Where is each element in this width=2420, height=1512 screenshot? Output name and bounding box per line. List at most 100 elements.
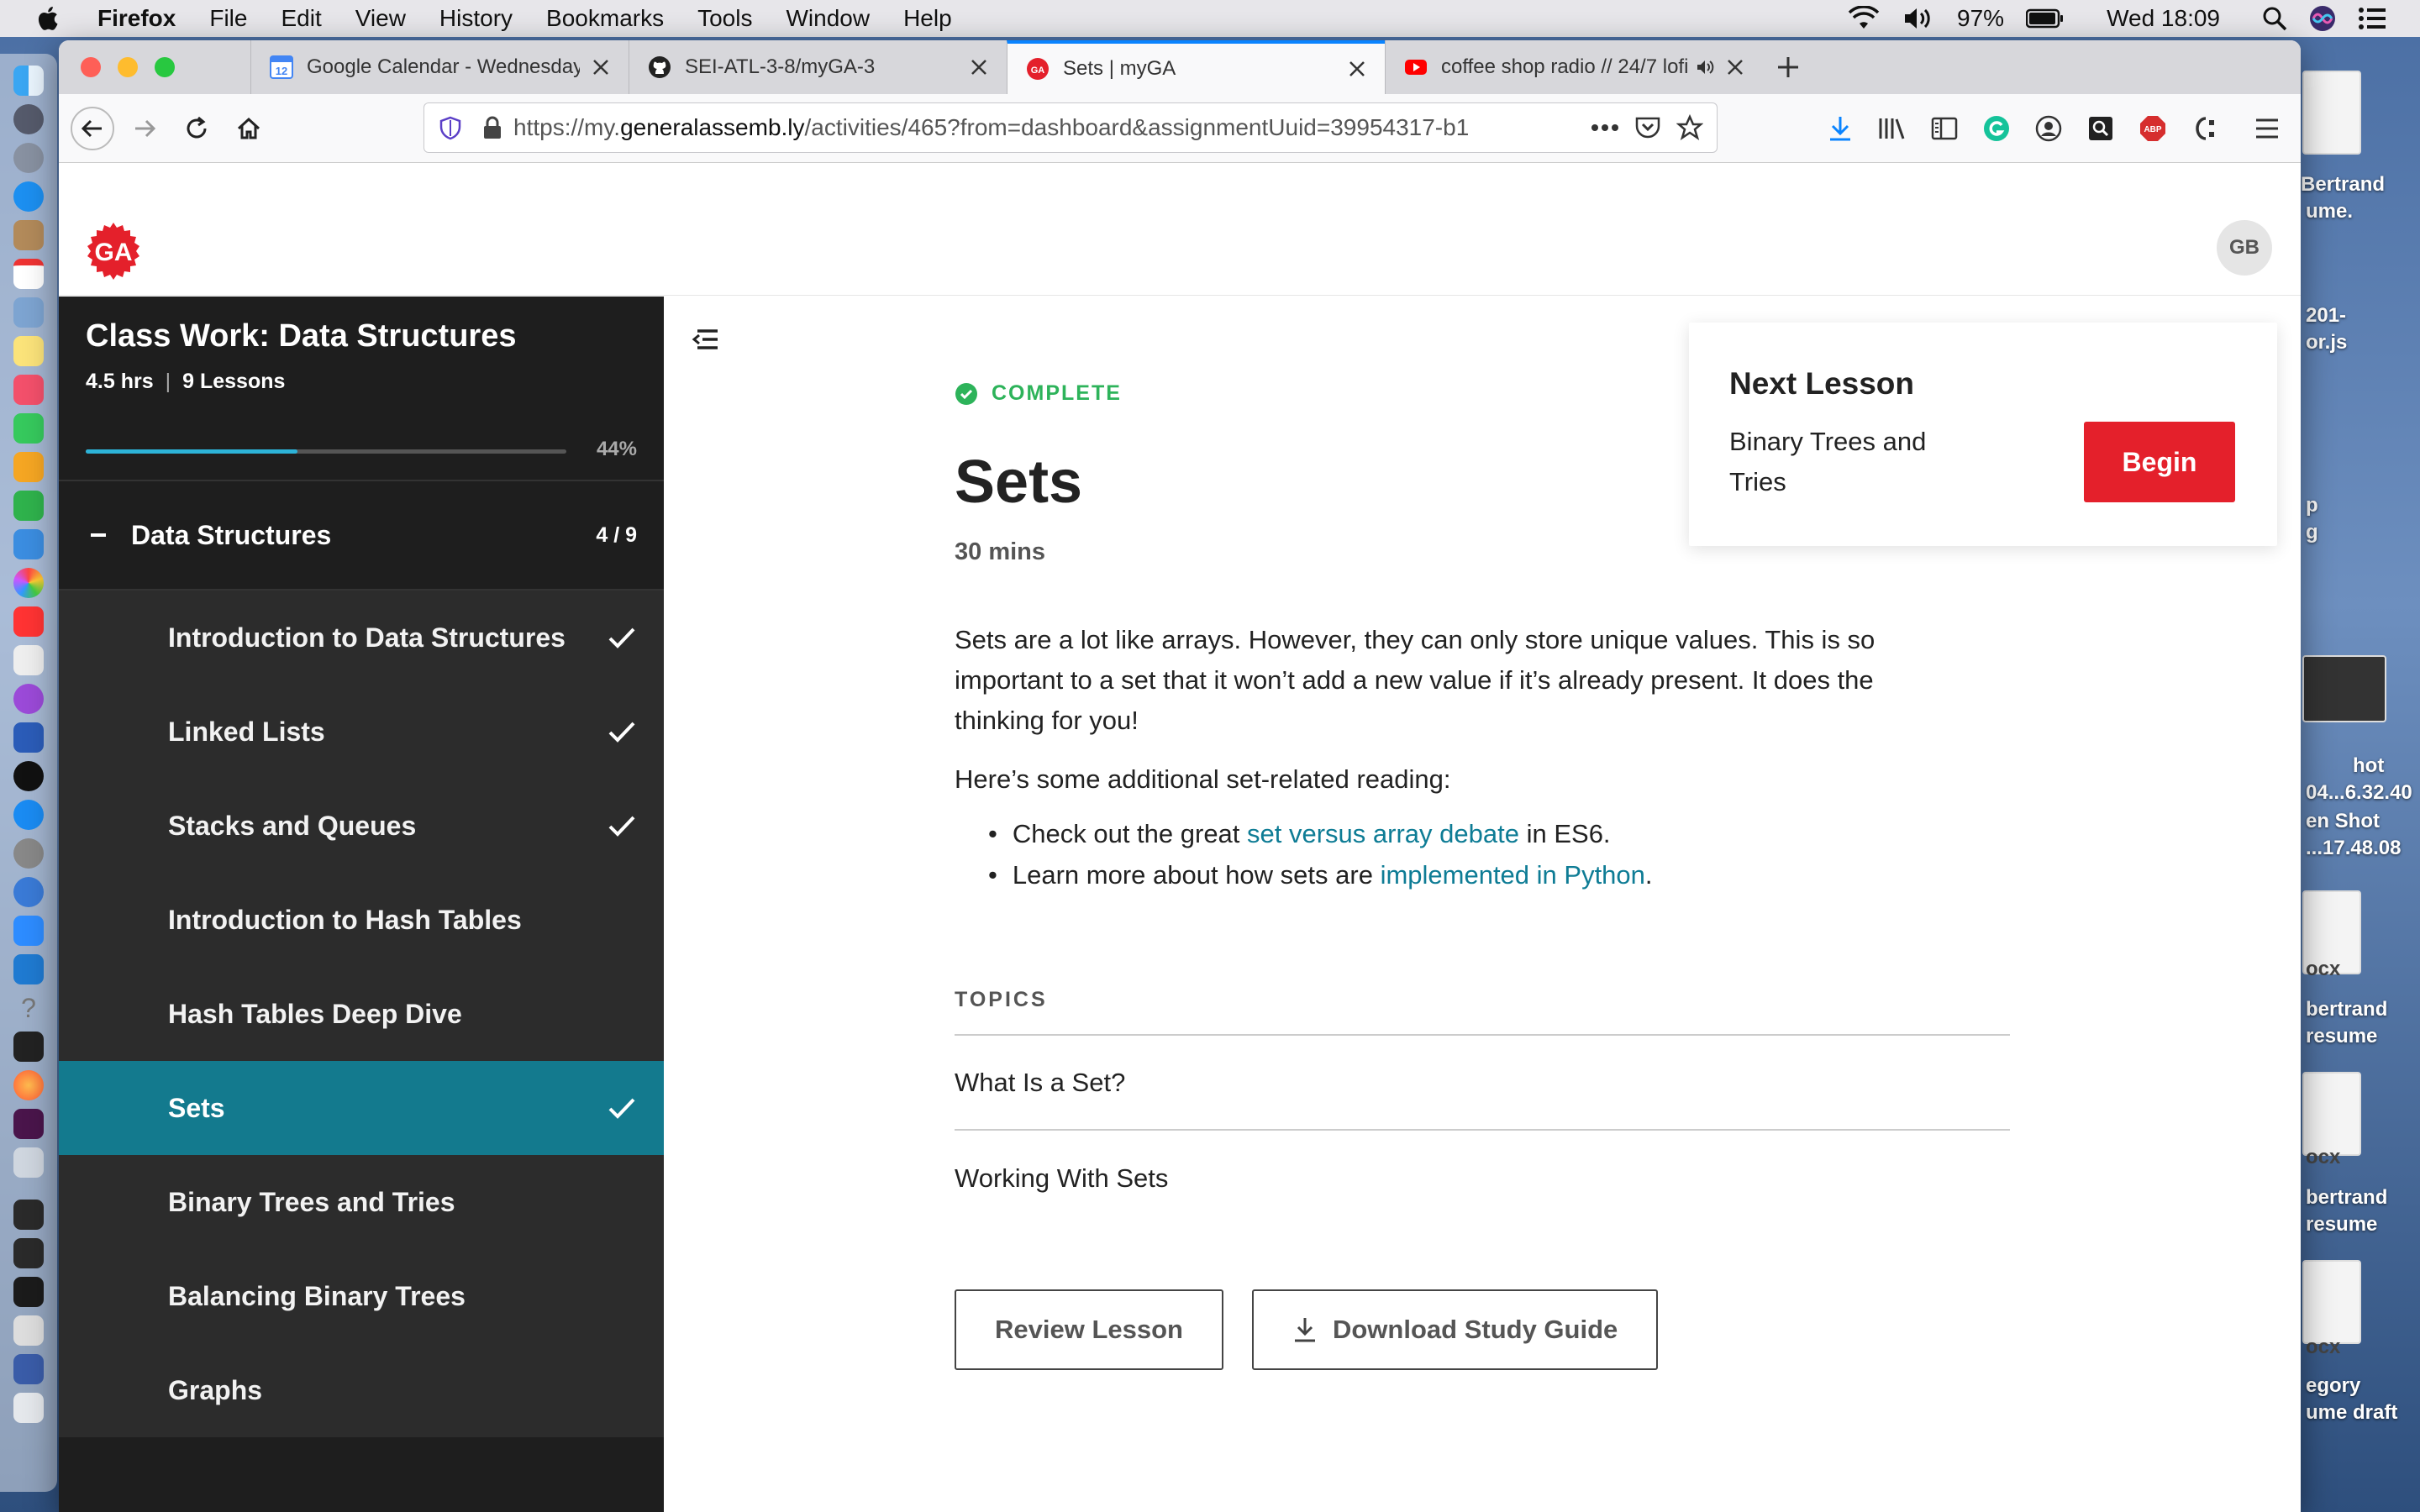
- new-tab-button[interactable]: [1763, 40, 1813, 94]
- contacts-icon[interactable]: [13, 220, 44, 250]
- firefox-dock-icon[interactable]: [13, 1070, 44, 1100]
- menu-history[interactable]: History: [439, 5, 513, 32]
- window-thumb-3[interactable]: [13, 1277, 44, 1307]
- account-icon[interactable]: [2032, 112, 2065, 145]
- battery-icon[interactable]: [2026, 8, 2065, 29]
- close-tab-icon[interactable]: [592, 58, 610, 76]
- tab-audio-icon[interactable]: [1696, 58, 1714, 76]
- vscode-icon[interactable]: [13, 954, 44, 984]
- avatar[interactable]: GB: [2217, 220, 2272, 276]
- system-preferences-icon[interactable]: [13, 838, 44, 869]
- tracking-shield-icon[interactable]: [438, 115, 463, 140]
- lesson-item[interactable]: Stacks and Queues: [59, 779, 664, 873]
- set-vs-array-link[interactable]: set versus array debate: [1247, 819, 1519, 848]
- lesson-item[interactable]: Linked Lists: [59, 685, 664, 779]
- forward-button[interactable]: [123, 107, 166, 150]
- app-store-icon[interactable]: [13, 800, 44, 830]
- siri-icon[interactable]: [2309, 5, 2336, 32]
- notes-icon[interactable]: [13, 336, 44, 366]
- tab-google-calendar[interactable]: 12 Google Calendar - Wednesday,: [250, 40, 629, 94]
- desktop-docx-icon[interactable]: [2302, 1072, 2361, 1156]
- lesson-item[interactable]: Graphs: [59, 1343, 664, 1437]
- url-text[interactable]: https://my.generalassemb.ly/activities/4…: [513, 114, 1576, 141]
- apple-tv-icon[interactable]: [13, 761, 44, 791]
- hamburger-menu-icon[interactable]: [2250, 112, 2284, 145]
- downloads-icon[interactable]: [1823, 112, 1857, 145]
- lesson-item-active[interactable]: Sets: [59, 1061, 664, 1155]
- window-thumb-4[interactable]: [13, 1315, 44, 1346]
- rocket-icon[interactable]: [13, 143, 44, 173]
- menu-file[interactable]: File: [209, 5, 247, 32]
- back-button[interactable]: [71, 106, 114, 150]
- lesson-item[interactable]: Introduction to Data Structures: [59, 591, 664, 685]
- spotlight-search-icon[interactable]: [2262, 6, 2287, 31]
- home-button[interactable]: [227, 107, 271, 150]
- menu-help[interactable]: Help: [903, 5, 952, 32]
- ga-logo[interactable]: GA: [84, 222, 143, 281]
- topic-item[interactable]: Working With Sets: [955, 1131, 2010, 1226]
- news-icon[interactable]: [13, 606, 44, 637]
- window-thumb-1[interactable]: [13, 1200, 44, 1230]
- numbers-icon[interactable]: [13, 491, 44, 521]
- tab-github[interactable]: SEI-ATL-3-8/myGA-3: [629, 40, 1007, 94]
- screenshot-icon[interactable]: [13, 1147, 44, 1178]
- close-tab-icon[interactable]: [1348, 60, 1366, 78]
- window-thumb-5[interactable]: [13, 1354, 44, 1384]
- url-bar[interactable]: https://my.generalassemb.ly/activities/4…: [424, 102, 1718, 153]
- icloud-icon[interactable]: [13, 877, 44, 907]
- menu-tools[interactable]: Tools: [697, 5, 752, 32]
- desktop-file-icon[interactable]: [2302, 71, 2361, 155]
- podcasts-icon[interactable]: [13, 684, 44, 714]
- lesson-item[interactable]: Balancing Binary Trees: [59, 1249, 664, 1343]
- notification-center-icon[interactable]: [2358, 7, 2386, 30]
- zoom-window-button[interactable]: [155, 57, 175, 77]
- library-icon[interactable]: [1876, 112, 1909, 145]
- collapse-sidebar-icon[interactable]: [689, 323, 723, 356]
- adblock-plus-icon[interactable]: ABP: [2136, 112, 2170, 145]
- lesson-item[interactable]: Binary Trees and Tries: [59, 1155, 664, 1249]
- apple-logo-icon[interactable]: [34, 3, 64, 34]
- download-study-guide-button[interactable]: Download Study Guide: [1251, 1289, 1659, 1370]
- search-extension-icon[interactable]: [2084, 112, 2118, 145]
- sidebar-toggle-icon[interactable]: [1928, 112, 1961, 145]
- page-actions-icon[interactable]: [1591, 123, 1619, 132]
- bookmark-star-icon[interactable]: [1676, 114, 1703, 141]
- close-tab-icon[interactable]: [970, 58, 988, 76]
- word-icon[interactable]: [13, 722, 44, 753]
- messages-icon[interactable]: [13, 413, 44, 444]
- begin-button[interactable]: Begin: [2084, 422, 2235, 502]
- menu-app-name[interactable]: Firefox: [97, 5, 176, 32]
- launchpad-icon[interactable]: [13, 104, 44, 134]
- desktop-screenshot-icon[interactable]: [2302, 655, 2386, 722]
- close-tab-icon[interactable]: [1726, 58, 1744, 76]
- lesson-item[interactable]: Hash Tables Deep Dive: [59, 967, 664, 1061]
- volume-icon[interactable]: [1902, 6, 1935, 31]
- terminal-icon[interactable]: [13, 1032, 44, 1062]
- menu-view[interactable]: View: [355, 5, 406, 32]
- textedit-icon[interactable]: [13, 645, 44, 675]
- calendar-dock-icon[interactable]: [13, 259, 44, 289]
- pages-icon[interactable]: [13, 452, 44, 482]
- pocket-icon[interactable]: [1634, 115, 1661, 140]
- menu-edit[interactable]: Edit: [281, 5, 321, 32]
- python-sets-link[interactable]: implemented in Python: [1381, 860, 1645, 890]
- desktop-docx-icon[interactable]: [2302, 1260, 2361, 1344]
- close-window-button[interactable]: [81, 57, 101, 77]
- window-thumb-2[interactable]: [13, 1238, 44, 1268]
- photos-icon[interactable]: [13, 568, 44, 598]
- help-icon[interactable]: ?: [13, 993, 44, 1023]
- menu-bookmarks[interactable]: Bookmarks: [546, 5, 664, 32]
- review-lesson-button[interactable]: Review Lesson: [955, 1289, 1223, 1370]
- minimize-window-button[interactable]: [118, 57, 138, 77]
- tab-sets-myga[interactable]: GA Sets | myGA: [1007, 40, 1385, 94]
- keynote-icon[interactable]: [13, 529, 44, 559]
- grammarly-icon[interactable]: [1980, 112, 2013, 145]
- zoom-icon[interactable]: [13, 916, 44, 946]
- topic-item[interactable]: What Is a Set?: [955, 1036, 2010, 1131]
- reload-button[interactable]: [175, 107, 218, 150]
- extension-icon[interactable]: [2188, 112, 2222, 145]
- wifi-icon[interactable]: [1848, 6, 1880, 31]
- music-icon[interactable]: [13, 375, 44, 405]
- tab-coffee-shop-radio[interactable]: coffee shop radio // 24/7 lofi: [1385, 40, 1763, 94]
- safari-icon[interactable]: [13, 181, 44, 212]
